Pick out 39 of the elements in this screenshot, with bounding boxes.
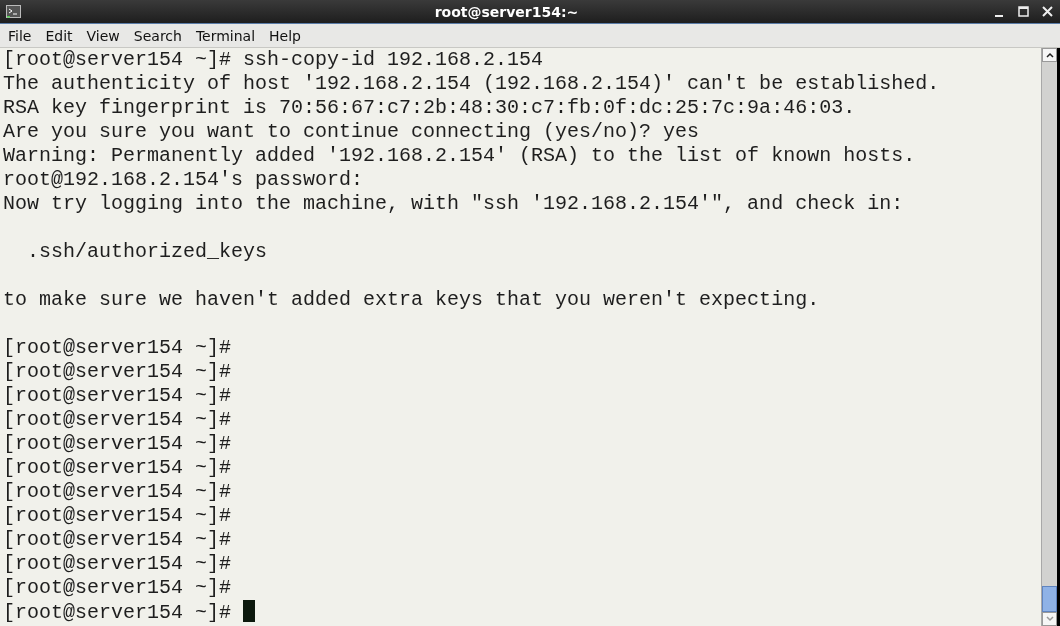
terminal-line: [root@server154 ~]# [3,336,232,359]
terminal-line: [root@server154 ~]# [3,528,232,551]
maximize-button[interactable] [1016,4,1030,19]
terminal-line: The authenticity of host '192.168.2.154 (192.168.2.154)' can't be established. [3,72,940,95]
terminal-line: [root@server154 ~]# [3,408,232,431]
terminal-line: Now try logging into the machine, with "ssh '192.168.2.154'", and check in: [3,192,904,215]
terminal-line: [root@server154 ~]# [3,504,232,527]
menu-item[interactable]: File [3,25,37,46]
menu-item[interactable]: Terminal [190,25,261,46]
terminal-line: .ssh/authorized_keys [26,240,268,263]
close-button[interactable] [1040,4,1054,19]
terminal-line: Are you sure you want to continue connecting (yes/no)? yes [3,120,700,143]
scroll-up-icon[interactable] [1042,48,1057,62]
terminal-area[interactable] [0,48,1041,626]
terminal-line: [root@server154 ~]# [3,456,232,479]
terminal-line: [root@server154 ~]# [3,360,232,383]
terminal-line: to make sure we haven't added extra keys that you weren't expecting. [3,288,820,311]
terminal-line: [root@server154 ~]# [3,552,232,575]
menu-item[interactable]: View [81,25,125,46]
menu-item[interactable]: Edit [40,25,78,46]
maximize-icon [1017,6,1029,17]
terminal-line: Warning: Permanently added '192.168.2.154' (RSA) to the list of known hosts. [3,144,916,167]
terminal-icon [6,5,21,18]
minimize-icon [995,14,1003,17]
menu-item[interactable]: Search [128,25,187,46]
window-title: root@server154:~ [433,3,580,20]
terminal-line: root@192.168.2.154's password: [3,168,364,191]
terminal-line: [root@server154 ~]# [3,432,232,455]
terminal-line: [root@server154 ~]# [3,576,232,599]
menu-item[interactable]: Help [264,25,306,46]
close-icon [1041,6,1053,17]
scroll-down-icon[interactable] [1042,612,1057,626]
terminal-line: [root@server154 ~]# [3,384,232,407]
scroll-thumb[interactable] [1042,586,1057,612]
scrollbar[interactable] [1041,48,1057,626]
terminal-line: RSA key fingerprint is 70:56:67:c7:2b:48:30:c7:fb:0f:dc:25:7c:9a:46:03. [3,96,856,119]
terminal-line: [root@server154 ~]# ssh-copy-id 192.168.2.154 [3,48,544,71]
terminal-line: [root@server154 ~]# [3,480,232,503]
terminal-line: [root@server154 ~]# [3,601,232,624]
